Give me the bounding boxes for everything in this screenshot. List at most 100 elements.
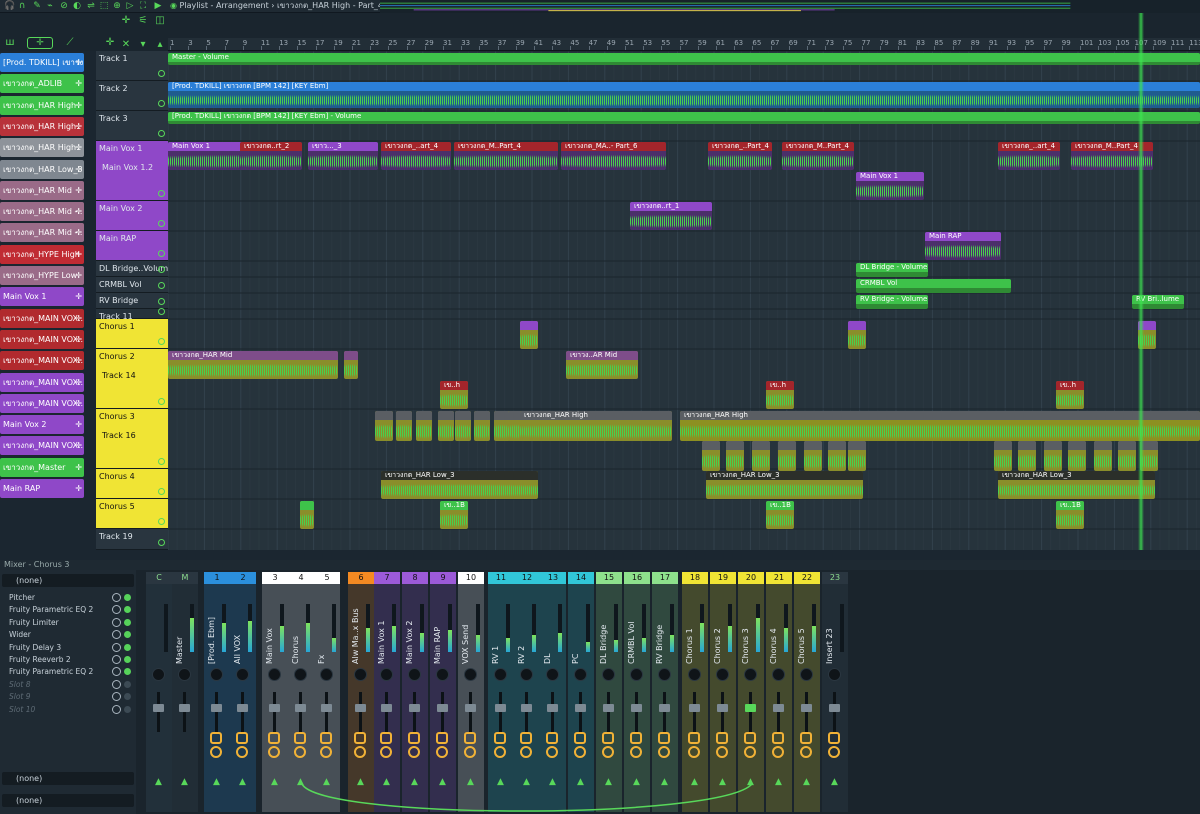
- volume-fader[interactable]: [499, 692, 502, 732]
- move-icon[interactable]: ✛: [75, 138, 82, 157]
- pan-knob[interactable]: [408, 668, 421, 681]
- volume-fader[interactable]: [359, 692, 362, 732]
- send-arrow-icon[interactable]: ▲: [297, 777, 304, 787]
- move-icon[interactable]: ✛: [75, 117, 82, 136]
- send-arrow-icon[interactable]: ▲: [747, 777, 754, 787]
- fader-cap[interactable]: [211, 704, 222, 712]
- volume-fader[interactable]: [693, 692, 696, 732]
- mix-knob-icon[interactable]: [112, 630, 121, 640]
- track-header[interactable]: Main Vox 1 Main Vox 1.2: [96, 141, 168, 201]
- channel-item[interactable]: Main RAP ✛: [0, 479, 84, 498]
- arm-icon[interactable]: [602, 732, 614, 744]
- volume-fader[interactable]: [157, 692, 160, 732]
- arm-icon[interactable]: [828, 732, 840, 744]
- playlist-clip[interactable]: Main Vox 1: [856, 172, 924, 200]
- send-arrow-icon[interactable]: ▲: [497, 777, 504, 787]
- mixer-strip[interactable]: 11 RV 1 ▲: [488, 572, 514, 812]
- close-icon[interactable]: ✕: [120, 39, 132, 51]
- channel-item[interactable]: เขาวงกต_HAR High.. ✛: [0, 116, 84, 136]
- volume-fader[interactable]: [325, 692, 328, 732]
- route-icon[interactable]: [494, 746, 506, 758]
- fx-slot[interactable]: Fruity Limiter: [2, 617, 134, 628]
- playlist-clip[interactable]: เขาวงกต_MA..- Part_6: [561, 142, 666, 170]
- group-icon[interactable]: ⚟: [137, 15, 149, 27]
- track-header[interactable]: Chorus 4: [96, 469, 168, 499]
- playlist-clip[interactable]: เข..1B: [440, 501, 468, 529]
- playlist-clip[interactable]: [Prod. TDKILL] เขาวงกต [BPM 142] [KEY Eb…: [168, 82, 1200, 108]
- channel-item[interactable]: Main Vox 1 ✛: [0, 287, 84, 307]
- route-icon[interactable]: [380, 746, 392, 758]
- playlist-clip[interactable]: [778, 441, 796, 471]
- pan-knob[interactable]: [152, 668, 165, 681]
- channel-item[interactable]: เขาวงกต_HAR Mid -.. ✛: [0, 202, 84, 222]
- channel-item[interactable]: เขาวงกต_MAIN VOX.. ✛: [0, 329, 84, 349]
- volume-fader[interactable]: [215, 692, 218, 732]
- send-arrow-icon[interactable]: ▲: [661, 777, 668, 787]
- volume-fader[interactable]: [663, 692, 666, 732]
- arm-icon[interactable]: [408, 732, 420, 744]
- slot-enable-icon[interactable]: [124, 606, 131, 614]
- route-icon[interactable]: [354, 746, 366, 758]
- move-icon[interactable]: ✛: [75, 351, 82, 370]
- track-header[interactable]: Chorus 1: [96, 319, 168, 349]
- pan-knob[interactable]: [268, 668, 281, 681]
- playlist-clip[interactable]: เขาวงกต_HAR High: [680, 411, 1200, 441]
- playlist-clip[interactable]: เขาวงกต_M..Part_4: [782, 142, 854, 170]
- arm-icon[interactable]: [688, 732, 700, 744]
- track-enable-icon[interactable]: [158, 130, 165, 137]
- track-enable-icon[interactable]: [158, 250, 165, 257]
- fader-cap[interactable]: [321, 704, 332, 712]
- move-icon[interactable]: ✛: [75, 202, 82, 221]
- volume-fader[interactable]: [635, 692, 638, 732]
- channel-item[interactable]: Main Vox 2 ✛: [0, 415, 84, 435]
- playlist-clip[interactable]: เข..1B: [766, 501, 794, 529]
- playlist-clip[interactable]: [1068, 441, 1086, 471]
- send-arrow-icon[interactable]: ▲: [577, 777, 584, 787]
- send-arrow-icon[interactable]: ▲: [467, 777, 474, 787]
- track-header[interactable]: Track 19: [96, 529, 168, 550]
- track-enable-icon[interactable]: [158, 398, 165, 405]
- track-enable-icon[interactable]: [158, 266, 165, 273]
- fader-cap[interactable]: [689, 704, 700, 712]
- fader-cap[interactable]: [409, 704, 420, 712]
- playlist-clip[interactable]: [438, 411, 454, 441]
- slot-enable-icon[interactable]: [124, 618, 131, 626]
- mix-knob-icon[interactable]: [112, 692, 121, 702]
- send-arrow-icon[interactable]: ▲: [383, 777, 390, 787]
- track-header[interactable]: Track 2: [96, 81, 168, 111]
- playlist-clip[interactable]: [375, 411, 393, 441]
- channel-item[interactable]: เขาวงกต_HYPE High ✛: [0, 244, 84, 264]
- route-icon[interactable]: [716, 746, 728, 758]
- channel-item[interactable]: เขาวงกต_Master ✛: [0, 457, 84, 477]
- volume-fader[interactable]: [385, 692, 388, 732]
- pan-knob[interactable]: [210, 668, 223, 681]
- playlist-clip[interactable]: [344, 351, 358, 379]
- volume-fader[interactable]: [241, 692, 244, 732]
- move-icon[interactable]: ✛: [75, 330, 82, 349]
- arm-icon[interactable]: [658, 732, 670, 744]
- pan-knob[interactable]: [546, 668, 559, 681]
- mixer-strip[interactable]: 22 Chorus 5 ▲: [794, 572, 820, 812]
- fx-slot[interactable]: Wider: [2, 629, 134, 640]
- arm-icon[interactable]: [354, 732, 366, 744]
- route-icon[interactable]: [408, 746, 420, 758]
- mixer-strip[interactable]: 16 CRMBL Vol ▲: [624, 572, 650, 812]
- pan-knob[interactable]: [574, 668, 587, 681]
- mixer-strip[interactable]: 18 Chorus 1 ▲: [682, 572, 708, 812]
- arm-icon[interactable]: [630, 732, 642, 744]
- track-header[interactable]: Chorus 5: [96, 499, 168, 529]
- volume-fader[interactable]: [273, 692, 276, 732]
- mix-knob-icon[interactable]: [112, 667, 121, 677]
- move-icon[interactable]: ✛: [75, 266, 82, 285]
- chevron-down-icon[interactable]: ▾: [137, 39, 149, 51]
- route-icon[interactable]: [268, 746, 280, 758]
- slot-enable-icon[interactable]: [124, 631, 131, 639]
- route-icon[interactable]: [436, 746, 448, 758]
- fx-slot[interactable]: Fruity Reeverb 2: [2, 654, 134, 665]
- playlist-clip[interactable]: เขาวงกต_HAR Low_3: [381, 471, 538, 499]
- playlist-clip[interactable]: เขาวงกต..rt_1: [630, 202, 712, 230]
- fader-cap[interactable]: [575, 704, 586, 712]
- pan-knob[interactable]: [520, 668, 533, 681]
- mixer-strip[interactable]: 23 Insert 23 ▲: [822, 572, 848, 812]
- fx-slot[interactable]: Slot 10: [2, 704, 134, 715]
